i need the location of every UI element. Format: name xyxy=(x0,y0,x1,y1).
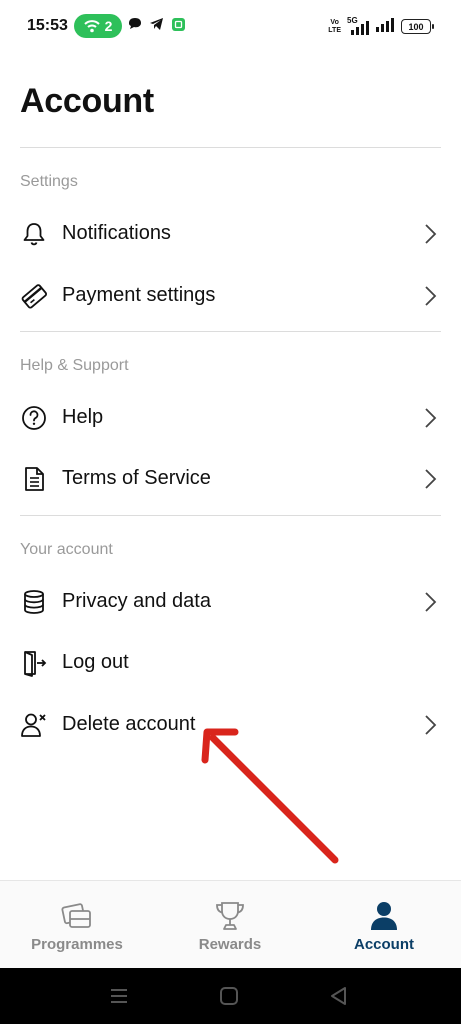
database-icon xyxy=(20,588,48,616)
telegram-icon xyxy=(149,17,164,36)
status-bar: 15:53 2 Vo LTE 5G 100 xyxy=(0,0,461,52)
hotspot-pill[interactable]: 2 xyxy=(74,14,122,38)
status-time: 15:53 xyxy=(27,17,68,34)
chevron-right-icon xyxy=(420,467,440,491)
battery-icon: 100 xyxy=(401,19,434,34)
system-nav-bar xyxy=(0,968,461,1024)
row-label-terms-of-service: Terms of Service xyxy=(62,467,211,489)
trophy-icon xyxy=(213,899,247,933)
cards-icon xyxy=(60,899,94,933)
row-label-delete-account: Delete account xyxy=(62,713,196,735)
chevron-right-icon xyxy=(420,406,440,430)
notification-icons xyxy=(128,16,186,37)
chat-bubble-icon xyxy=(128,17,142,36)
user-remove-icon xyxy=(20,711,48,739)
row-label-help: Help xyxy=(62,406,104,428)
battery-level: 100 xyxy=(408,21,424,32)
row-label-payment-settings: Payment settings xyxy=(62,284,216,306)
signal-icon xyxy=(375,16,395,37)
hotspot-count: 2 xyxy=(104,18,113,34)
chevron-right-icon xyxy=(420,222,440,246)
row-label-notifications: Notifications xyxy=(62,222,171,244)
nav-label-programmes: Programmes xyxy=(31,936,123,953)
row-label-privacy-and-data: Privacy and data xyxy=(62,590,211,612)
volte-indicator: Vo LTE xyxy=(328,18,341,34)
signal-5g-icon: 5G xyxy=(347,16,369,35)
row-help[interactable]: Help xyxy=(0,390,461,446)
nav-label-account: Account xyxy=(354,936,414,953)
annotation-arrow-icon xyxy=(195,720,345,870)
nav-label-rewards: Rewards xyxy=(198,936,262,953)
row-label-log-out: Log out xyxy=(62,651,129,673)
app-notification-icon xyxy=(171,16,186,37)
back-icon[interactable] xyxy=(328,986,350,1006)
question-circle-icon xyxy=(20,404,48,432)
chevron-right-icon xyxy=(420,590,440,614)
credit-card-icon xyxy=(20,282,48,310)
home-icon[interactable] xyxy=(218,986,240,1006)
row-log-out[interactable]: Log out xyxy=(0,635,461,691)
system-status: Vo LTE 5G 100 xyxy=(328,16,434,37)
bottom-nav: Programmes Rewards Account xyxy=(0,880,461,968)
page-title: Account xyxy=(20,82,154,120)
nav-tab-programmes[interactable]: Programmes xyxy=(0,881,154,969)
section-header-your-account: Your account xyxy=(20,541,113,558)
nav-tab-rewards[interactable]: Rewards xyxy=(153,881,307,969)
row-notifications[interactable]: Notifications xyxy=(0,206,461,262)
row-payment-settings[interactable]: Payment settings xyxy=(0,268,461,324)
person-icon xyxy=(367,899,401,933)
section-header-settings: Settings xyxy=(20,173,78,190)
menu-icon[interactable] xyxy=(108,986,130,1006)
section-divider xyxy=(20,515,441,516)
document-icon xyxy=(20,465,48,493)
row-privacy-and-data[interactable]: Privacy and data xyxy=(0,574,461,630)
bell-icon xyxy=(20,220,48,248)
chevron-right-icon xyxy=(420,713,440,737)
row-terms-of-service[interactable]: Terms of Service xyxy=(0,451,461,507)
hotspot-icon xyxy=(83,19,100,33)
logout-icon xyxy=(20,649,48,677)
title-divider xyxy=(20,147,441,148)
nav-tab-account[interactable]: Account xyxy=(307,881,461,969)
section-divider xyxy=(20,331,441,332)
section-header-help-support: Help & Support xyxy=(20,357,129,374)
chevron-right-icon xyxy=(420,284,440,308)
